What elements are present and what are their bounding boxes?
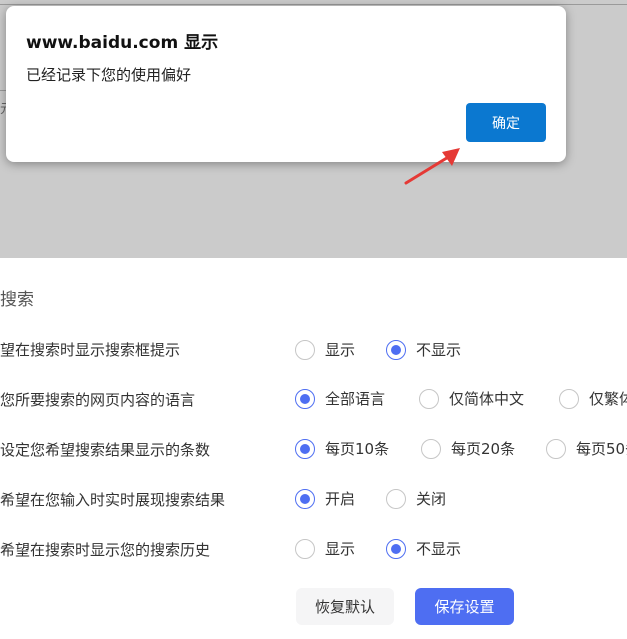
radio-option-on[interactable]: 开启 [295, 488, 355, 509]
radio-option-off[interactable]: 关闭 [386, 488, 446, 509]
radio-option-50-per-page[interactable]: 每页50条 [546, 438, 627, 459]
radio-option-label: 全部语言 [325, 390, 386, 408]
dialog-title: www.baidu.com 显示 [26, 33, 219, 53]
radio-option-label: 仅简体中文 [449, 390, 525, 408]
radio-button-selected[interactable] [386, 339, 406, 360]
alert-dialog: www.baidu.com 显示 已经记录下您的使用偏好 确定 [6, 6, 566, 162]
section-title: 搜索 [0, 290, 34, 310]
radio-option-label: 不显示 [416, 540, 462, 558]
radio-button[interactable] [295, 538, 315, 559]
restore-defaults-button[interactable]: 恢复默认 [296, 588, 394, 625]
radio-option-10-per-page[interactable]: 每页10条 [295, 438, 389, 459]
radio-option-label: 显示 [325, 341, 356, 359]
radio-option-hide-history[interactable]: 不显示 [386, 538, 461, 559]
dialog-message: 已经记录下您的使用偏好 [26, 66, 192, 84]
setting-label-search-suggestions: 望在搜索时显示搜索框提示 [0, 341, 181, 359]
radio-option-traditional-chinese[interactable]: 仅繁体 [559, 388, 627, 409]
radio-button[interactable] [546, 438, 566, 459]
radio-option-show[interactable]: 显示 [295, 339, 355, 360]
radio-button[interactable] [386, 488, 406, 509]
ok-button[interactable]: 确定 [466, 103, 546, 142]
radio-option-20-per-page[interactable]: 每页20条 [421, 438, 515, 459]
annotation-arrow-icon [404, 148, 460, 185]
radio-option-simplified-chinese[interactable]: 仅简体中文 [419, 388, 524, 409]
radio-button[interactable] [421, 438, 441, 459]
setting-label-language: 您所要搜索的网页内容的语言 [0, 391, 196, 409]
radio-option-label: 不显示 [416, 341, 462, 359]
radio-option-label: 每页50条 [576, 440, 627, 458]
setting-label-results-per-page: 设定您希望搜索结果显示的条数 [0, 441, 211, 459]
setting-label-search-history: 希望在搜索时显示您的搜索历史 [0, 541, 211, 559]
setting-label-instant-results: 希望在您输入时实时展现搜索结果 [0, 491, 226, 509]
radio-button-selected[interactable] [295, 388, 315, 409]
radio-button-selected[interactable] [295, 488, 315, 509]
overlay-divider [0, 4, 627, 5]
radio-option-all-languages[interactable]: 全部语言 [295, 388, 385, 409]
radio-button-selected[interactable] [295, 438, 315, 459]
radio-option-label: 每页10条 [325, 440, 390, 458]
radio-option-label: 关闭 [416, 490, 447, 508]
radio-option-label: 每页20条 [451, 440, 516, 458]
radio-button[interactable] [559, 388, 579, 409]
radio-button-selected[interactable] [386, 538, 406, 559]
radio-option-hide[interactable]: 不显示 [386, 339, 461, 360]
radio-option-label: 仅繁体 [589, 390, 627, 408]
radio-button[interactable] [419, 388, 439, 409]
radio-button[interactable] [295, 339, 315, 360]
save-settings-button[interactable]: 保存设置 [415, 588, 514, 625]
radio-option-label: 显示 [325, 540, 356, 558]
radio-option-show-history[interactable]: 显示 [295, 538, 355, 559]
radio-option-label: 开启 [325, 490, 356, 508]
